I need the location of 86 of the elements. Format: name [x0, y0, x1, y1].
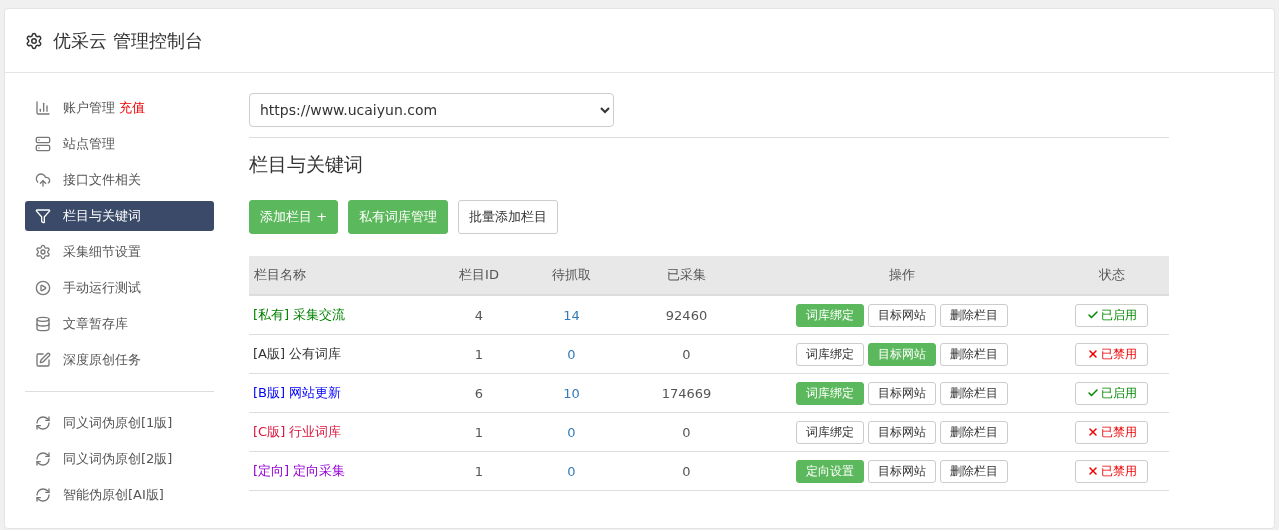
sidebar-item[interactable]: 同义词伪原创[1版] [25, 408, 214, 438]
sidebar-label: 深度原创任务 [63, 351, 141, 369]
filter-icon [35, 208, 51, 224]
sidebar-label: 栏目与关键词 [63, 207, 141, 225]
sidebar-item[interactable]: 智能伪原创[AI版] [25, 480, 214, 510]
column-header: 操作 [749, 256, 1054, 296]
sidebar-label: 手动运行测试 [63, 279, 141, 297]
section-title: 栏目与关键词 [249, 152, 364, 177]
close-icon [1086, 465, 1099, 477]
column-header: 栏目名称 [249, 256, 439, 296]
action-button[interactable]: 删除栏目 [939, 420, 1008, 444]
action-button[interactable]: 词库绑定 [795, 420, 864, 444]
sidebar-item[interactable]: 手动运行测试 [25, 273, 214, 303]
close-icon [1086, 348, 1099, 360]
refresh-icon [35, 451, 51, 467]
table-cell: 6 [439, 374, 519, 413]
table-cell: 0 [519, 452, 624, 491]
bar-chart-icon [35, 100, 51, 116]
status-button[interactable]: 已禁用 [1075, 459, 1148, 483]
sidebar-label: 同义词伪原创[1版] [63, 414, 173, 432]
table-cell: 1 [439, 335, 519, 374]
site-select[interactable]: https://www.ucaiyun.com [249, 93, 614, 127]
table-cell: [C版] 行业词库 [249, 413, 439, 452]
table-cell: [B版] 网站更新 [249, 374, 439, 413]
table-cell: [定向] 定向采集 [249, 452, 439, 491]
sidebar-item[interactable]: 文章暂存库 [25, 309, 214, 339]
table-cell: 92460 [624, 296, 749, 335]
page-title: 优采云 管理控制台 [53, 28, 203, 53]
sidebar-label: 账户管理 [63, 99, 115, 117]
sidebar-label: 同义词伪原创[2版] [63, 450, 173, 468]
sidebar-item[interactable]: 栏目与关键词 [25, 201, 214, 231]
table-cell: 0 [624, 413, 749, 452]
sidebar-item[interactable]: 深度原创任务 [25, 345, 214, 375]
settings-icon [25, 31, 43, 50]
play-icon [35, 280, 51, 296]
check-icon [1086, 387, 1099, 399]
table-cell: 0 [624, 452, 749, 491]
close-icon [1086, 426, 1099, 438]
server-icon [35, 136, 51, 152]
table-cell: 10 [519, 374, 624, 413]
table-cell: 0 [519, 335, 624, 374]
sidebar-item[interactable]: 站点管理 [25, 129, 214, 159]
sidebar-item[interactable]: 接口文件相关 [25, 165, 214, 195]
action-button[interactable]: 目标网站 [867, 420, 936, 444]
column-header: 已采集 [624, 256, 749, 296]
check-icon [1086, 309, 1099, 321]
column-header: 待抓取 [519, 256, 624, 296]
database-icon [35, 316, 51, 332]
action-button[interactable]: 目标网站 [867, 381, 936, 405]
action-button[interactable]: 删除栏目 [939, 459, 1008, 483]
table-cell: 0 [624, 335, 749, 374]
action-button[interactable]: 词库绑定 [795, 342, 864, 366]
sidebar-label: 文章暂存库 [63, 315, 128, 333]
toolbar-button[interactable]: 批量添加栏目 [458, 200, 559, 234]
action-button[interactable]: 目标网站 [867, 459, 936, 483]
table-cell: 14 [519, 296, 624, 335]
sidebar-label: 智能伪原创[AI版] [63, 486, 164, 504]
sidebar-item[interactable]: 账户管理 充值 [25, 93, 214, 123]
table-cell: 1 [439, 452, 519, 491]
table-cell: 1 [439, 413, 519, 452]
recharge-link[interactable]: 充值 [119, 99, 145, 117]
sidebar-item[interactable]: 采集细节设置 [25, 237, 214, 267]
column-header: 栏目ID [439, 256, 519, 296]
edit-icon [35, 352, 51, 368]
sidebar-item[interactable]: 同义词伪原创[2版] [25, 444, 214, 474]
action-button[interactable]: 删除栏目 [939, 381, 1008, 405]
status-button[interactable]: 已禁用 [1075, 342, 1148, 366]
sidebar-label: 站点管理 [63, 135, 115, 153]
sidebar-label: 采集细节设置 [63, 243, 141, 261]
action-button[interactable]: 目标网站 [867, 303, 936, 327]
table-cell: [私有] 采集交流 [249, 296, 439, 335]
cloud-upload-icon [35, 172, 51, 188]
refresh-icon [35, 487, 51, 503]
table-cell: 174669 [624, 374, 749, 413]
status-button[interactable]: 已启用 [1075, 381, 1148, 405]
table-cell: [A版] 公有词库 [249, 335, 439, 374]
table-cell: 4 [439, 296, 519, 335]
gear-icon [35, 244, 51, 260]
column-header: 状态 [1054, 256, 1169, 296]
table-cell: 0 [519, 413, 624, 452]
status-button[interactable]: 已启用 [1075, 303, 1148, 327]
status-button[interactable]: 已禁用 [1075, 420, 1148, 444]
refresh-icon [35, 415, 51, 431]
action-button[interactable]: 删除栏目 [939, 303, 1008, 327]
sidebar-label: 接口文件相关 [63, 171, 141, 189]
action-button[interactable]: 删除栏目 [939, 342, 1008, 366]
